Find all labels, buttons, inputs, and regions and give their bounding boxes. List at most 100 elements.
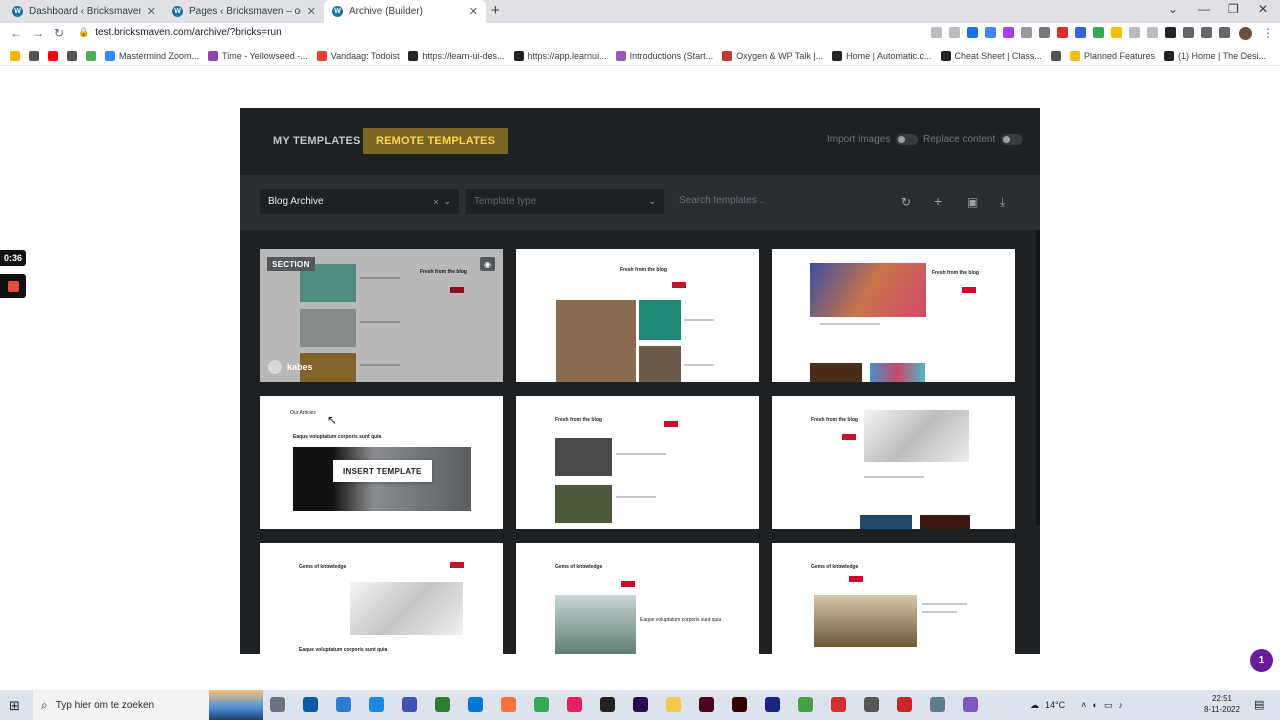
template-select[interactable]: Blog Archive × ⌄ (260, 189, 459, 214)
bookmark-item[interactable]: Oxygen & WP Talk |... (722, 50, 823, 61)
bookmark-item[interactable]: Home | Automatic.c... (832, 50, 932, 61)
template-card[interactable]: Gems of knowledge (772, 543, 1015, 654)
extension-icon[interactable] (1093, 27, 1104, 38)
reading-list-icon[interactable] (1201, 27, 1212, 38)
indesign-icon[interactable] (699, 697, 714, 712)
bookmark-item[interactable]: Introductions (Start... (615, 50, 713, 61)
firefox-icon[interactable] (501, 697, 516, 712)
download-icon[interactable]: ⤓ (1000, 195, 1005, 210)
close-icon[interactable]: ✕ (469, 5, 478, 18)
calculator-icon[interactable] (930, 697, 945, 712)
tab-search-icon[interactable]: ⌄ (1168, 2, 1178, 16)
illustrator-icon[interactable] (732, 697, 747, 712)
opera-icon[interactable] (567, 697, 582, 712)
bookmark-item[interactable]: Time - Yellowseed -... (208, 50, 308, 61)
forward-button[interactable]: → (32, 26, 44, 40)
network-icon[interactable]: ▭ (1104, 700, 1113, 711)
extension-icon[interactable] (1021, 27, 1032, 38)
extension-icon[interactable] (967, 27, 978, 38)
bookmark-item[interactable] (29, 50, 39, 61)
refresh-icon[interactable]: ↻ (901, 195, 911, 209)
settings-icon[interactable] (864, 697, 879, 712)
search-templates-input[interactable]: Search templates .. (679, 195, 765, 206)
close-icon[interactable]: ✕ (307, 5, 316, 18)
extension-icon[interactable] (1075, 27, 1086, 38)
bookmark-item[interactable]: https://app.learnui... (513, 50, 607, 61)
bookmark-item[interactable]: (1) Home | The Desi... (1163, 50, 1266, 61)
restore-button[interactable]: ❐ (1228, 2, 1239, 16)
scrollbar[interactable] (1036, 230, 1040, 525)
template-card[interactable]: Fresh from the blog (516, 396, 759, 529)
extension-icon[interactable] (1111, 27, 1122, 38)
window-close-button[interactable]: ✕ (1258, 2, 1268, 16)
template-card[interactable]: Fresh from the blog (772, 396, 1015, 529)
extension-icon[interactable] (1147, 27, 1158, 38)
template-card[interactable]: Gems of knowledge Eaque voluptatum corpo… (516, 543, 759, 654)
notification-badge[interactable]: 1 (1250, 649, 1273, 672)
template-card[interactable]: Gems of knowledge Eaque voluptatum corpo… (260, 543, 503, 654)
acrobat-icon[interactable] (897, 697, 912, 712)
extension-icon[interactable] (1039, 27, 1050, 38)
tray-icon[interactable]: ◐ (1092, 700, 1097, 710)
bookmark-item[interactable] (86, 50, 96, 61)
weather-temperature[interactable]: 14°C (1045, 700, 1065, 710)
netflix-icon[interactable] (831, 697, 846, 712)
app-icon[interactable] (402, 697, 417, 712)
insert-template-button[interactable]: INSERT TEMPLATE (333, 460, 432, 482)
mail-icon[interactable] (336, 697, 351, 712)
app-icon[interactable] (369, 697, 384, 712)
bookmark-item[interactable] (10, 50, 20, 61)
notifications-icon[interactable]: ▤ (1254, 698, 1264, 711)
browser-tab-pages[interactable]: W Pages ‹ Bricksmaven – origin — W ✕ (164, 0, 324, 23)
chrome-icon[interactable] (534, 697, 549, 712)
eye-icon[interactable]: ◉ (480, 257, 495, 271)
template-card[interactable]: Our Articles Eaque voluptatum corporis s… (260, 396, 503, 529)
template-type-select[interactable]: Template type ⌄ (466, 189, 664, 214)
minimize-button[interactable]: — (1198, 2, 1210, 16)
chevron-up-icon[interactable]: ˄ (1081, 700, 1086, 710)
star-icon[interactable] (949, 27, 960, 38)
bookmark-item[interactable]: Mastermind Zoom... (105, 50, 199, 61)
taskbar-clock[interactable]: 22:51 8-11-2022 (1204, 693, 1240, 715)
app-icon[interactable] (798, 697, 813, 712)
extension-icon[interactable] (985, 27, 996, 38)
import-images-toggle[interactable] (896, 134, 919, 145)
share-icon[interactable] (931, 27, 942, 38)
volume-icon[interactable]: ♪ (1118, 700, 1123, 710)
app-icon[interactable] (963, 697, 978, 712)
bookmark-item[interactable]: Vandaag: Todoist (316, 50, 399, 61)
replace-content-toggle[interactable] (1001, 134, 1024, 145)
url-field[interactable]: 🔒 test.bricksmaven.com/archive/?bricks=r… (78, 27, 282, 38)
store-icon[interactable] (303, 697, 318, 712)
template-card[interactable]: Fresh from the blog (516, 249, 759, 382)
back-button[interactable]: ← (10, 26, 22, 40)
excel-icon[interactable] (435, 697, 450, 712)
stop-recording-button[interactable] (0, 274, 26, 298)
browser-tab-dashboard[interactable]: W Dashboard ‹ Bricksmaven – origin ✕ (4, 0, 164, 23)
extension-icon[interactable] (1057, 27, 1068, 38)
sidebar-icon[interactable] (1219, 27, 1230, 38)
close-icon[interactable]: ✕ (147, 5, 156, 18)
figma-icon[interactable] (600, 697, 615, 712)
bookmark-item[interactable]: Planned Features (1069, 50, 1155, 61)
bookmark-item[interactable]: https://learn-ui-des... (408, 50, 505, 61)
edge-icon[interactable] (468, 697, 483, 712)
puzzle-icon[interactable] (1183, 27, 1194, 38)
taskbar-search-input[interactable]: ⌕ Typ hier om te zoeken (33, 690, 211, 720)
premiere-icon[interactable] (633, 697, 648, 712)
tab-my-templates[interactable]: MY TEMPLATES (260, 128, 374, 154)
new-tab-button[interactable]: + (491, 2, 500, 19)
bookmark-item[interactable] (1050, 50, 1061, 61)
reload-button[interactable]: ↻ (54, 26, 64, 40)
template-card[interactable]: Fresh from the blog SECTION ◉ kabes (260, 249, 503, 382)
bookmark-item[interactable] (48, 50, 58, 61)
task-view-icon[interactable] (270, 697, 285, 712)
add-icon[interactable]: + (934, 193, 942, 209)
profile-avatar[interactable] (1239, 27, 1252, 40)
clear-icon[interactable]: × (433, 197, 438, 207)
template-card[interactable]: Fresh from the blog (772, 249, 1015, 382)
folder-icon[interactable] (666, 697, 681, 712)
browser-tab-archive[interactable]: W Archive (Builder) ✕ (324, 0, 486, 23)
extension-icon[interactable] (1003, 27, 1014, 38)
menu-icon[interactable]: ⋮ (1262, 26, 1274, 40)
